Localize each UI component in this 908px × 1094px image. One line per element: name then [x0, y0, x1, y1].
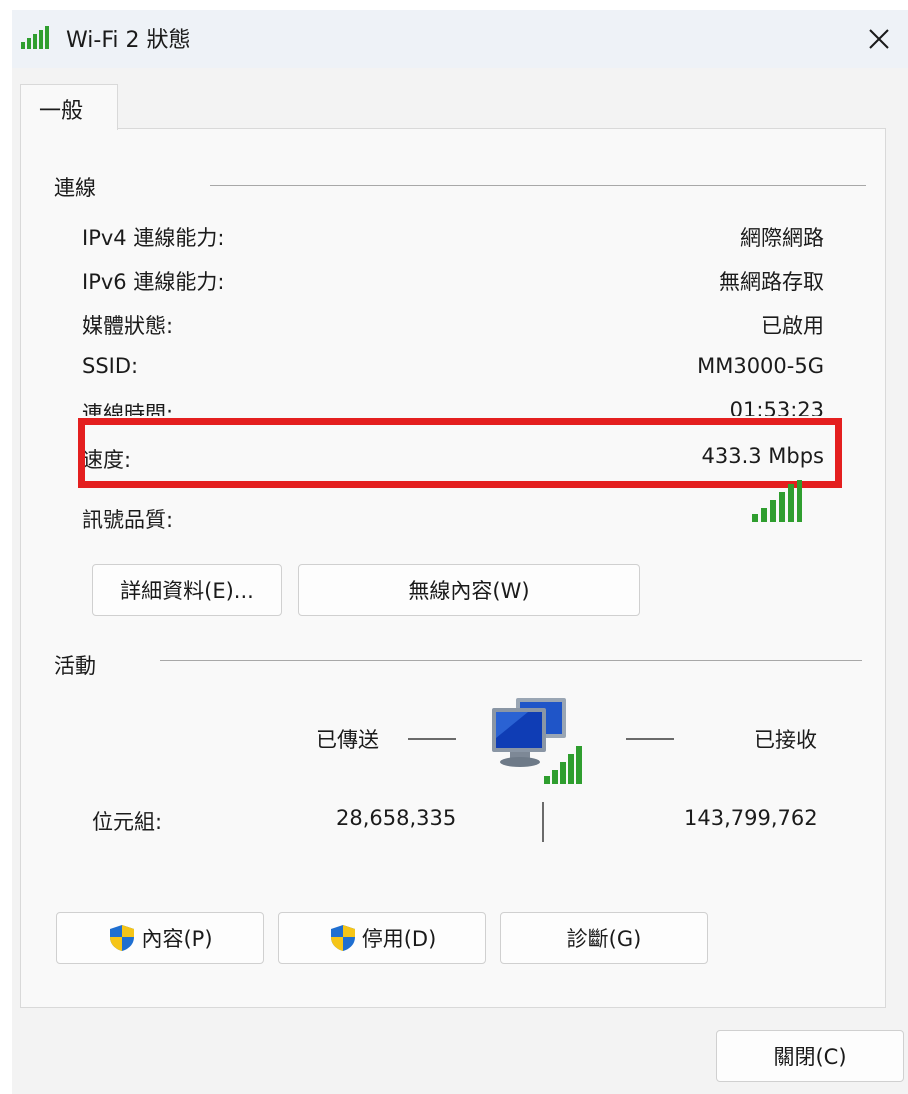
media-state-label: 媒體狀態: — [82, 314, 174, 338]
details-button[interactable]: 詳細資料(E)... — [92, 564, 282, 616]
activity-divider — [160, 660, 862, 661]
bytes-sent-value: 28,658,335 — [336, 806, 457, 830]
ipv4-row: IPv4 連線能力: 網際網路 — [82, 222, 824, 256]
signal-label: 訊號品質: — [82, 508, 174, 532]
close-icon — [869, 29, 889, 49]
properties-button[interactable]: 內容(P) — [56, 912, 264, 964]
media-state-value: 已啟用 — [761, 314, 824, 338]
status-dialog: Wi-Fi 2 狀態 一般 連線 IPv4 連線能力: 網際網路 IPv6 連線… — [12, 10, 908, 1094]
ssid-row: SSID: MM3000-5G — [82, 354, 824, 388]
speed-highlight-box — [78, 418, 842, 488]
activity-separator — [542, 802, 544, 842]
wifi-signal-icon — [20, 24, 56, 54]
duration-label: 連線時間: — [82, 402, 174, 416]
duration-row: 連線時間: 01:53:23 — [82, 398, 824, 416]
ipv4-value: 網際網路 — [740, 226, 824, 250]
signal-row: 訊號品質: — [82, 480, 824, 538]
title-bar: Wi-Fi 2 狀態 — [12, 10, 908, 68]
uac-shield-icon — [107, 923, 137, 953]
ssid-label: SSID: — [82, 354, 139, 378]
bytes-label: 位元組: — [92, 810, 163, 834]
activity-group-label: 活動 — [54, 654, 96, 678]
signal-strength-icon — [750, 478, 804, 529]
ipv6-row: IPv6 連線能力: 無網路存取 — [82, 266, 824, 300]
ipv6-label: IPv6 連線能力: — [82, 270, 225, 294]
bytes-received-value: 143,799,762 — [684, 806, 818, 830]
tab-general[interactable]: 一般 — [20, 84, 118, 130]
close-window-button[interactable] — [856, 16, 902, 62]
received-dash — [626, 738, 674, 740]
connection-group-label: 連線 — [54, 176, 96, 200]
close-button[interactable]: 關閉(C) — [716, 1030, 904, 1082]
network-computers-icon — [488, 690, 592, 794]
properties-label: 內容(P) — [141, 927, 213, 951]
ipv4-label: IPv4 連線能力: — [82, 226, 225, 250]
media-state-row: 媒體狀態: 已啟用 — [82, 310, 824, 344]
diagnose-button[interactable]: 診斷(G) — [500, 912, 708, 964]
duration-value: 01:53:23 — [729, 398, 824, 416]
received-label: 已接收 — [754, 728, 817, 752]
uac-shield-icon — [328, 923, 358, 953]
connection-divider — [210, 185, 866, 186]
ssid-value: MM3000-5G — [697, 354, 824, 378]
sent-label: 已傳送 — [316, 728, 379, 752]
window-title: Wi-Fi 2 狀態 — [66, 28, 191, 53]
ipv6-value: 無網路存取 — [719, 270, 824, 294]
sent-dash — [408, 738, 456, 740]
wireless-properties-button[interactable]: 無線內容(W) — [298, 564, 640, 616]
disable-button[interactable]: 停用(D) — [278, 912, 486, 964]
disable-label: 停用(D) — [361, 927, 437, 951]
